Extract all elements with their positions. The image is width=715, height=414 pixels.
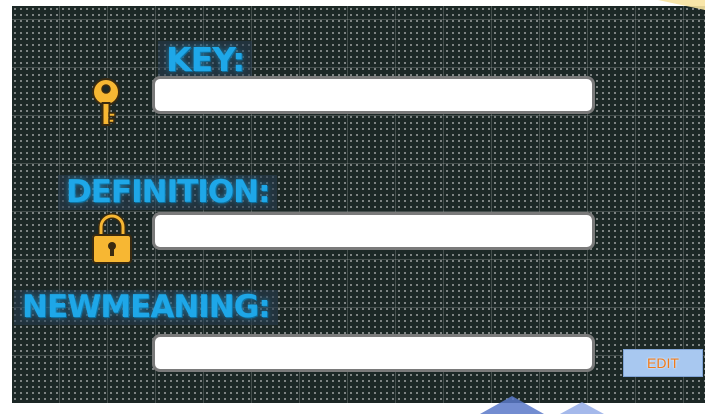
- definition-label: DEFINITION:: [58, 175, 278, 210]
- decorative-triangle-small: [560, 402, 604, 414]
- new-meaning-input[interactable]: [152, 334, 595, 372]
- key-label: KEY:: [158, 41, 253, 78]
- edit-button[interactable]: EDIT: [623, 349, 703, 377]
- lock-icon: [92, 213, 132, 264]
- key-icon: [92, 78, 120, 126]
- decorative-triangle: [480, 396, 544, 414]
- key-input[interactable]: [152, 76, 595, 114]
- definition-input[interactable]: [152, 212, 595, 250]
- new-meaning-label: NEWMEANING:: [14, 290, 278, 325]
- corner-decoration: [658, 0, 705, 10]
